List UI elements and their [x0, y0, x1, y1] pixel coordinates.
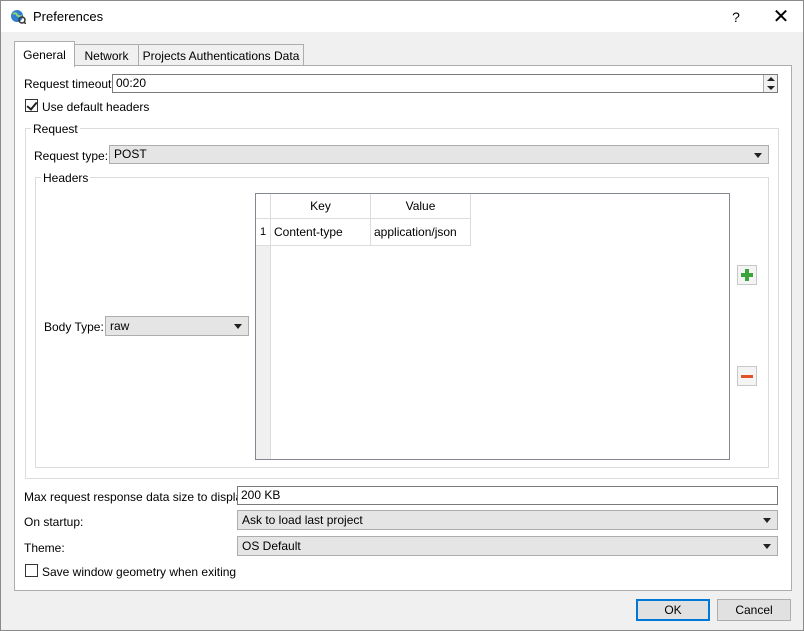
table-corner [256, 194, 271, 219]
spin-up-icon[interactable] [767, 77, 775, 81]
request-type-label: Request type: [34, 149, 109, 163]
headers-group-title: Headers [41, 171, 91, 185]
add-header-button[interactable] [737, 265, 757, 285]
column-header-value[interactable]: Value [371, 194, 471, 219]
chevron-down-icon [754, 153, 762, 158]
on-startup-value: Ask to load last project [242, 513, 363, 527]
spin-buttons[interactable] [763, 75, 777, 92]
table-cell-value[interactable]: application/json [371, 219, 471, 246]
body-type-combo[interactable]: raw [105, 316, 249, 336]
save-geometry-checkbox[interactable] [25, 564, 38, 577]
on-startup-label: On startup: [24, 515, 84, 529]
max-size-value: 200 KB [241, 488, 281, 502]
window-title: Preferences [33, 9, 104, 24]
spin-down-icon[interactable] [767, 86, 775, 90]
table-cell-key[interactable]: Content-type [271, 219, 371, 246]
chevron-down-icon [763, 518, 771, 523]
tab-network[interactable]: Network [74, 44, 139, 66]
request-group-title: Request [31, 122, 80, 136]
preferences-dialog: Preferences ? ✕ General Network Projects… [0, 0, 804, 631]
use-default-headers-label[interactable]: Use default headers [42, 100, 149, 114]
help-button[interactable]: ? [721, 1, 751, 32]
close-button[interactable]: ✕ [761, 1, 801, 32]
theme-value: OS Default [242, 539, 301, 553]
column-header-key[interactable]: Key [271, 194, 371, 219]
on-startup-combo[interactable]: Ask to load last project [237, 510, 778, 530]
cancel-button[interactable]: Cancel [717, 599, 791, 621]
chevron-down-icon [763, 544, 771, 549]
ok-button[interactable]: OK [636, 599, 710, 621]
request-type-combo[interactable]: POST [109, 145, 769, 164]
body-type-label: Body Type: [44, 320, 104, 334]
request-timeout-spinbox[interactable]: 00:20 [112, 74, 778, 93]
body-type-value: raw [110, 319, 130, 333]
remove-header-button[interactable] [737, 366, 757, 386]
close-icon: ✕ [772, 6, 790, 28]
theme-label: Theme: [24, 541, 65, 555]
request-timeout-value: 00:20 [116, 76, 147, 90]
save-geometry-label[interactable]: Save window geometry when exiting [42, 565, 236, 579]
request-type-value: POST [114, 147, 147, 161]
theme-combo[interactable]: OS Default [237, 536, 778, 556]
max-size-input[interactable]: 200 KB [237, 486, 778, 505]
use-default-headers-checkbox[interactable] [25, 99, 38, 112]
chevron-down-icon [234, 324, 242, 329]
request-timeout-label: Request timeout: [24, 77, 115, 91]
tab-projects-authentications-data[interactable]: Projects Authentications Data [138, 44, 304, 66]
tab-general[interactable]: General [14, 41, 75, 67]
row-header-gutter [256, 219, 271, 459]
app-globe-icon [11, 10, 26, 24]
row-header[interactable]: 1 [256, 219, 271, 246]
max-size-label: Max request response data size to displa… [24, 490, 252, 504]
title-bar: Preferences ? ✕ [1, 1, 803, 32]
headers-table: Key Value 1 Content-type application/jso… [255, 193, 730, 460]
